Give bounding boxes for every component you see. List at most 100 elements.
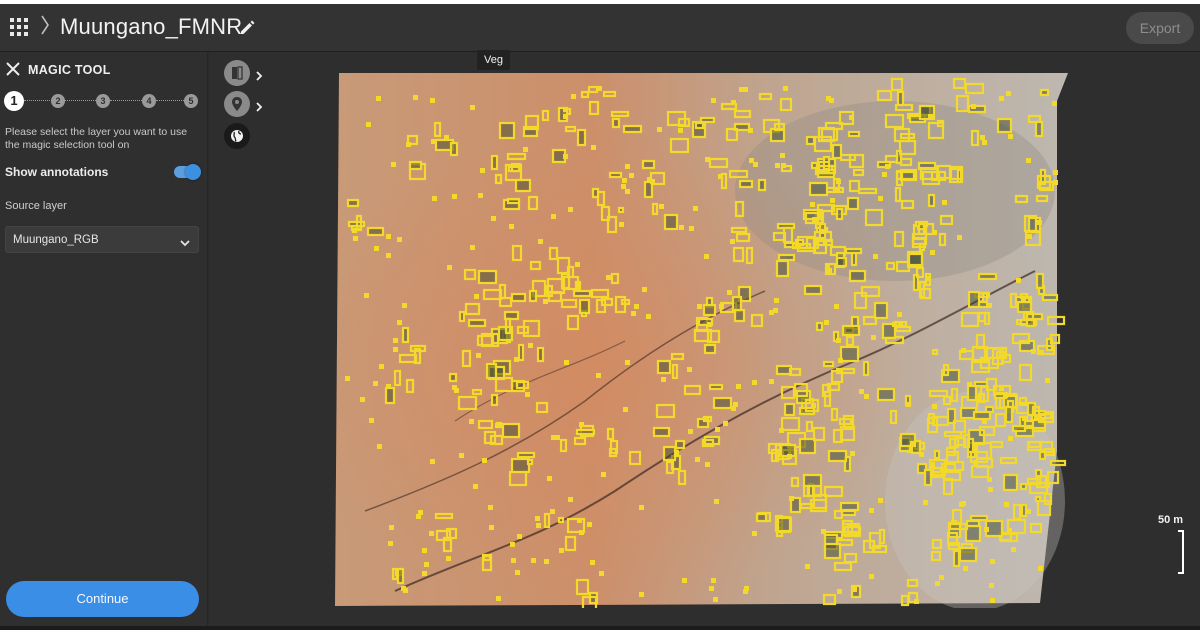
vegetation-polygon[interactable] — [873, 301, 889, 320]
vegetation-polygon[interactable] — [393, 347, 398, 352]
vegetation-polygon[interactable] — [386, 384, 391, 389]
step-5[interactable]: 5 — [184, 94, 198, 108]
vegetation-polygon[interactable] — [736, 384, 741, 389]
vegetation-polygon[interactable] — [523, 147, 528, 152]
vegetation-polygon[interactable] — [1006, 91, 1011, 96]
vegetation-polygon[interactable] — [1037, 220, 1042, 225]
vegetation-polygon[interactable] — [709, 586, 714, 591]
vegetation-polygon[interactable] — [834, 304, 839, 309]
vegetation-polygon[interactable] — [1019, 482, 1028, 491]
vegetation-polygon[interactable] — [1039, 350, 1044, 355]
vegetation-polygon[interactable] — [733, 402, 738, 407]
vegetation-polygon[interactable] — [952, 549, 961, 568]
vegetation-polygon[interactable] — [1034, 414, 1039, 419]
vegetation-polygon[interactable] — [401, 586, 406, 591]
vegetation-polygon[interactable] — [714, 499, 719, 504]
source-layer-select[interactable]: Muungano_RGB — [5, 226, 199, 253]
vegetation-polygon[interactable] — [663, 213, 679, 231]
vegetation-polygon[interactable] — [1049, 459, 1067, 467]
vegetation-polygon[interactable] — [577, 518, 582, 523]
vegetation-polygon[interactable] — [830, 198, 835, 203]
vegetation-polygon[interactable] — [452, 385, 457, 390]
vegetation-polygon[interactable] — [837, 589, 842, 594]
vegetation-polygon[interactable] — [579, 530, 584, 535]
vegetation-polygon[interactable] — [848, 269, 867, 283]
vegetation-polygon[interactable] — [575, 262, 580, 267]
vegetation-polygon[interactable] — [967, 290, 981, 309]
vegetation-polygon[interactable] — [401, 326, 410, 344]
vegetation-polygon[interactable] — [926, 276, 931, 281]
vegetation-polygon[interactable] — [536, 523, 541, 528]
vegetation-polygon[interactable] — [864, 394, 869, 399]
vegetation-polygon[interactable] — [811, 403, 816, 408]
vegetation-polygon[interactable] — [963, 566, 968, 571]
vegetation-polygon[interactable] — [819, 229, 824, 234]
vegetation-polygon[interactable] — [538, 239, 543, 244]
vegetation-polygon[interactable] — [397, 320, 402, 325]
vegetation-polygon[interactable] — [506, 197, 521, 205]
vegetation-polygon[interactable] — [364, 293, 369, 298]
vegetation-polygon[interactable] — [458, 310, 466, 323]
vegetation-polygon[interactable] — [366, 226, 385, 237]
vegetation-polygon[interactable] — [935, 581, 940, 586]
vegetation-polygon[interactable] — [835, 256, 848, 268]
vegetation-polygon[interactable] — [515, 570, 520, 575]
vegetation-polygon[interactable] — [961, 348, 966, 353]
vegetation-polygon[interactable] — [1004, 405, 1014, 424]
vegetation-polygon[interactable] — [892, 322, 897, 327]
vegetation-polygon[interactable] — [490, 393, 499, 407]
vegetation-polygon[interactable] — [783, 402, 796, 417]
vegetation-polygon[interactable] — [738, 179, 754, 189]
vegetation-polygon[interactable] — [839, 501, 860, 512]
vegetation-polygon[interactable] — [449, 141, 459, 157]
vegetation-polygon[interactable] — [517, 534, 522, 539]
vegetation-polygon[interactable] — [679, 225, 684, 230]
vegetation-polygon[interactable] — [550, 509, 555, 514]
vegetation-polygon[interactable] — [501, 422, 521, 439]
vegetation-polygon[interactable] — [517, 343, 525, 362]
vegetation-polygon[interactable] — [932, 404, 937, 409]
vegetation-polygon[interactable] — [827, 449, 848, 463]
vegetation-polygon[interactable] — [431, 139, 436, 144]
vegetation-polygon[interactable] — [563, 114, 568, 119]
vegetation-polygon[interactable] — [897, 312, 902, 317]
close-icon[interactable] — [6, 62, 20, 76]
vegetation-polygon[interactable] — [406, 142, 411, 147]
vegetation-polygon[interactable] — [803, 284, 823, 296]
vegetation-polygon[interactable] — [715, 427, 720, 432]
vegetation-polygon[interactable] — [838, 358, 843, 363]
vegetation-polygon[interactable] — [369, 418, 374, 423]
globe-icon[interactable] — [224, 123, 250, 149]
vegetation-polygon[interactable] — [987, 303, 992, 308]
vegetation-polygon[interactable] — [408, 160, 423, 171]
vegetation-polygon[interactable] — [769, 310, 774, 315]
vegetation-polygon[interactable] — [496, 596, 501, 601]
vegetation-polygon[interactable] — [514, 357, 519, 362]
vegetation-polygon[interactable] — [878, 498, 883, 503]
vegetation-polygon[interactable] — [606, 275, 611, 280]
vegetation-polygon[interactable] — [805, 564, 810, 569]
vegetation-polygon[interactable] — [488, 505, 493, 510]
vegetation-polygon[interactable] — [564, 360, 569, 365]
vegetation-polygon[interactable] — [430, 98, 435, 103]
vegetation-polygon[interactable] — [575, 428, 596, 436]
step-4[interactable]: 4 — [142, 94, 156, 108]
pencil-icon[interactable] — [238, 17, 258, 37]
vegetation-polygon[interactable] — [1007, 528, 1012, 533]
vegetation-polygon[interactable] — [990, 559, 995, 564]
vegetation-polygon[interactable] — [642, 287, 647, 292]
vegetation-polygon[interactable] — [982, 140, 987, 145]
vegetation-polygon[interactable] — [590, 560, 595, 565]
vegetation-polygon[interactable] — [1004, 502, 1009, 507]
vegetation-polygon[interactable] — [958, 546, 978, 563]
vegetation-polygon[interactable] — [482, 458, 487, 463]
vegetation-polygon[interactable] — [743, 589, 748, 594]
vegetation-polygon[interactable] — [478, 193, 483, 198]
vegetation-polygon[interactable] — [531, 558, 536, 563]
vegetation-polygon[interactable] — [930, 462, 935, 467]
vegetation-polygon[interactable] — [621, 184, 626, 189]
vegetation-polygon[interactable] — [678, 128, 683, 133]
vegetation-polygon[interactable] — [480, 168, 485, 173]
vegetation-polygon[interactable] — [647, 177, 652, 182]
vegetation-polygon[interactable] — [783, 86, 788, 91]
